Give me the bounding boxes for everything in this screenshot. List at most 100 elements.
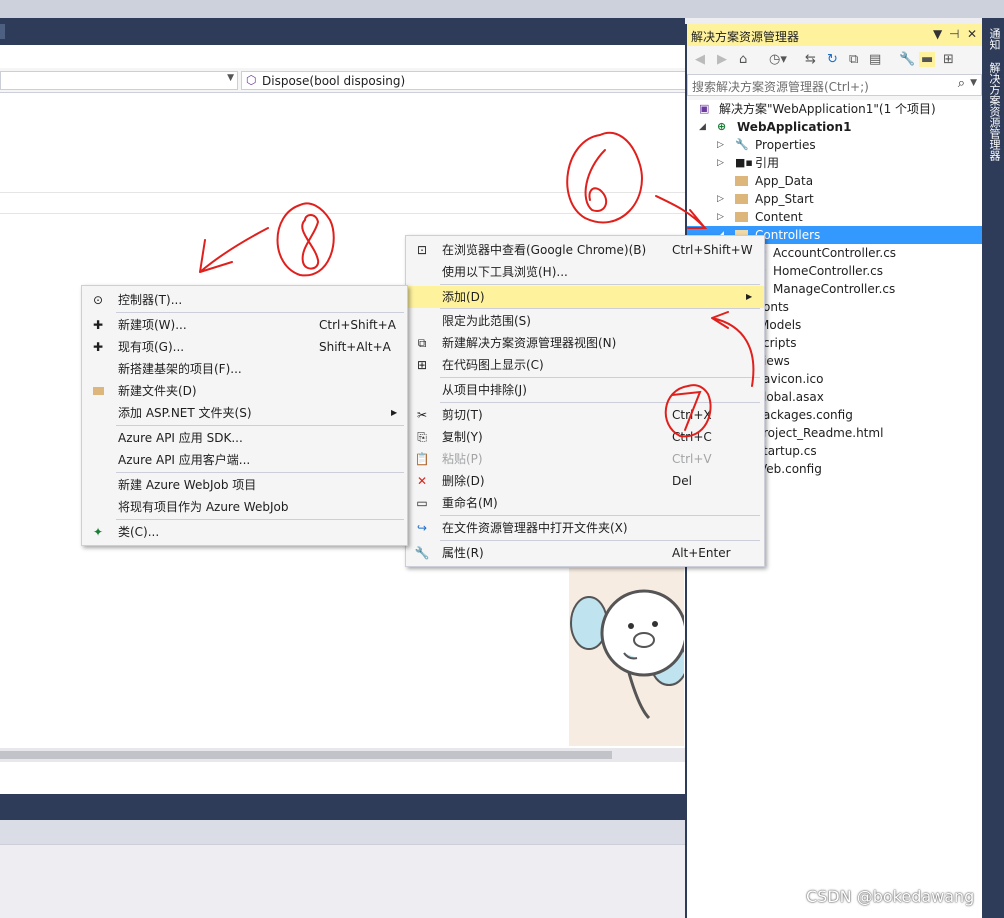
open-folder-arrow-icon: ↪ <box>416 521 428 535</box>
tree-item-app-start[interactable]: ▷ App_Start <box>687 190 982 208</box>
submenu-item-class[interactable]: ✦ 类(C)... <box>82 521 407 543</box>
search-icon[interactable]: ⌕ <box>958 76 965 91</box>
context-menu: ⊡ 在浏览器中查看(Google Chrome)(B) Ctrl+Shift+W… <box>405 235 765 567</box>
controller-icon: ⊙ <box>92 293 104 307</box>
class-view-icon[interactable]: ⊞ <box>943 52 954 67</box>
sync-icon[interactable]: ⇆ <box>805 52 816 67</box>
new-item-icon: ✚ <box>92 318 104 332</box>
tree-item-solution[interactable]: ▣ 解决方案"WebApplication1"(1 个项目) <box>687 100 982 118</box>
menu-item-exclude-from-project[interactable]: 从项目中排除(J) <box>406 379 764 401</box>
document-tab-bar <box>0 18 685 45</box>
editor-navigation-bar: ▼ ⬡ Dispose(bool disposing) <box>0 68 687 93</box>
editor-footer <box>0 762 685 794</box>
wrench-icon: 🔧 <box>735 138 749 151</box>
menu-item-copy[interactable]: ⎘ 复制(Y) Ctrl+C <box>406 426 764 448</box>
home-icon[interactable]: ⌂ <box>739 52 747 67</box>
menu-item-browse-with[interactable]: 使用以下工具浏览(H)... <box>406 261 764 283</box>
menu-item-add[interactable]: 添加(D) ▶ <box>406 286 764 308</box>
menu-item-show-on-code-map[interactable]: ⊞ 在代码图上显示(C) <box>406 354 764 376</box>
new-folder-icon <box>90 380 106 402</box>
code-map-icon: ⊞ <box>416 358 428 372</box>
references-icon: ■▪ <box>735 156 753 169</box>
collapsed-arrow-icon[interactable]: ▷ <box>717 154 724 172</box>
browser-icon: ⊡ <box>416 243 428 257</box>
type-dropdown[interactable]: ▼ <box>0 71 238 90</box>
submenu-item-azure-api-client[interactable]: Azure API 应用客户端... <box>82 449 407 471</box>
expanded-arrow-icon[interactable]: ◢ <box>699 118 706 136</box>
search-placeholder: 搜索解决方案资源管理器(Ctrl+;) <box>692 80 869 94</box>
add-submenu: ⊙ 控制器(T)... ✚ 新建项(W)... Ctrl+Shift+A ✚ 现… <box>81 285 408 546</box>
history-icon[interactable]: ◷▾ <box>769 52 787 67</box>
window-top-strip <box>0 0 1004 18</box>
collapsed-arrow-icon[interactable]: ▷ <box>717 208 724 226</box>
submenu-arrow-icon: ▶ <box>391 408 398 417</box>
folder-icon <box>735 190 748 210</box>
menu-item-view-in-browser[interactable]: ⊡ 在浏览器中查看(Google Chrome)(B) Ctrl+Shift+W <box>406 239 764 261</box>
member-dropdown[interactable]: ⬡ Dispose(bool disposing) <box>241 71 687 90</box>
preview-selected-icon[interactable]: ▬ <box>919 52 936 67</box>
menu-item-rename[interactable]: ▭ 重命名(M) <box>406 492 764 514</box>
chevron-down-icon: ▼ <box>227 73 234 83</box>
menu-item-delete[interactable]: ✕ 删除(D) Del <box>406 470 764 492</box>
refresh-icon[interactable]: ↻ <box>827 52 838 67</box>
horizontal-scrollbar[interactable] <box>0 748 685 762</box>
copy-icon: ⎘ <box>417 430 427 444</box>
watermark-text: CSDN @bokedawang <box>806 887 975 906</box>
collapsed-arrow-icon[interactable]: ▷ <box>717 190 724 208</box>
submenu-item-existing-item[interactable]: ✚ 现有项(G)... Shift+Alt+A <box>82 336 407 358</box>
delete-icon: ✕ <box>416 474 428 488</box>
submenu-item-controller[interactable]: ⊙ 控制器(T)... <box>82 289 407 311</box>
submenu-item-new-azure-webjob[interactable]: 新建 Azure WebJob 项目 <box>82 474 407 496</box>
menu-item-paste[interactable]: 📋 粘贴(P) Ctrl+V <box>406 448 764 470</box>
wrench-icon: 🔧 <box>414 546 430 560</box>
web-project-icon: ⊕ <box>717 120 727 133</box>
menu-item-properties[interactable]: 🔧 属性(R) Alt+Enter <box>406 542 764 564</box>
menu-item-scope-to-this[interactable]: 限定为此范围(S) <box>406 310 764 332</box>
document-tab[interactable] <box>0 24 5 39</box>
scrollbar-thumb[interactable] <box>0 751 612 759</box>
forward-icon[interactable]: ▶ <box>717 52 727 67</box>
collapsed-arrow-icon[interactable]: ▷ <box>717 136 724 154</box>
submenu-item-azure-api-sdk[interactable]: Azure API 应用 SDK... <box>82 427 407 449</box>
chevron-down-icon[interactable]: ▼ <box>970 78 977 88</box>
tree-item-content[interactable]: ▷ Content <box>687 208 982 226</box>
solution-explorer-toolbar: ◀ ▶ ⌂ ◷▾ ⇆ ↻ ⧉ ▤ 🔧 ▬ ⊞ <box>687 46 982 74</box>
menu-item-new-explorer-view[interactable]: ⧉ 新建解决方案资源管理器视图(N) <box>406 332 764 354</box>
show-all-files-icon[interactable]: ▤ <box>869 52 881 67</box>
chevron-down-icon[interactable]: ▼ <box>933 27 942 41</box>
submenu-item-new-folder[interactable]: 新建文件夹(D) <box>82 380 407 402</box>
menu-item-open-in-file-explorer[interactable]: ↪ 在文件资源管理器中打开文件夹(X) <box>406 517 764 539</box>
close-icon[interactable]: ✕ <box>967 27 977 41</box>
folder-icon <box>735 172 748 192</box>
scissors-icon: ✂ <box>416 408 428 422</box>
side-tab-solution-explorer[interactable]: 解决方案资源管理器 <box>986 62 1002 161</box>
solution-explorer-title: 解决方案资源管理器 <box>691 30 800 44</box>
tree-item-project[interactable]: ◢ ⊕ WebApplication1 <box>687 118 982 136</box>
submenu-arrow-icon: ▶ <box>746 292 753 301</box>
submenu-item-new-scaffolded-item[interactable]: 新搭建基架的项目(F)... <box>82 358 407 380</box>
tree-item-app-data[interactable]: App_Data <box>687 172 982 190</box>
pin-icon[interactable]: ⊣ <box>949 27 959 41</box>
side-tab-notifications[interactable]: 通知 <box>986 28 1002 50</box>
cartoon-sticker-image <box>569 568 684 746</box>
back-icon[interactable]: ◀ <box>695 52 705 67</box>
bottom-panel-header <box>0 794 685 820</box>
folder-icon <box>735 208 748 228</box>
method-icon: ⬡ <box>246 73 257 87</box>
solution-explorer-search-input[interactable]: 搜索解决方案资源管理器(Ctrl+;) ⌕ ▼ <box>687 74 982 96</box>
submenu-item-add-aspnet-folder[interactable]: 添加 ASP.NET 文件夹(S) ▶ <box>82 402 407 424</box>
properties-wrench-icon[interactable]: 🔧 <box>899 52 915 67</box>
collapse-all-icon[interactable]: ⧉ <box>849 52 858 67</box>
bottom-panel <box>0 820 685 918</box>
paste-icon: 📋 <box>414 452 430 466</box>
menu-item-cut[interactable]: ✂ 剪切(T) Ctrl+X <box>406 404 764 426</box>
rename-icon: ▭ <box>416 496 428 510</box>
submenu-item-new-item[interactable]: ✚ 新建项(W)... Ctrl+Shift+A <box>82 314 407 336</box>
member-dropdown-value: Dispose(bool disposing) <box>262 74 406 88</box>
existing-item-icon: ✚ <box>92 340 104 354</box>
new-view-icon: ⧉ <box>417 336 427 350</box>
tree-item-references[interactable]: ▷ ■▪ 引用 <box>687 154 982 172</box>
submenu-item-existing-as-webjob[interactable]: 将现有项目作为 Azure WebJob <box>82 496 407 518</box>
current-line-highlight <box>0 192 685 214</box>
tree-item-properties[interactable]: ▷ 🔧 Properties <box>687 136 982 154</box>
